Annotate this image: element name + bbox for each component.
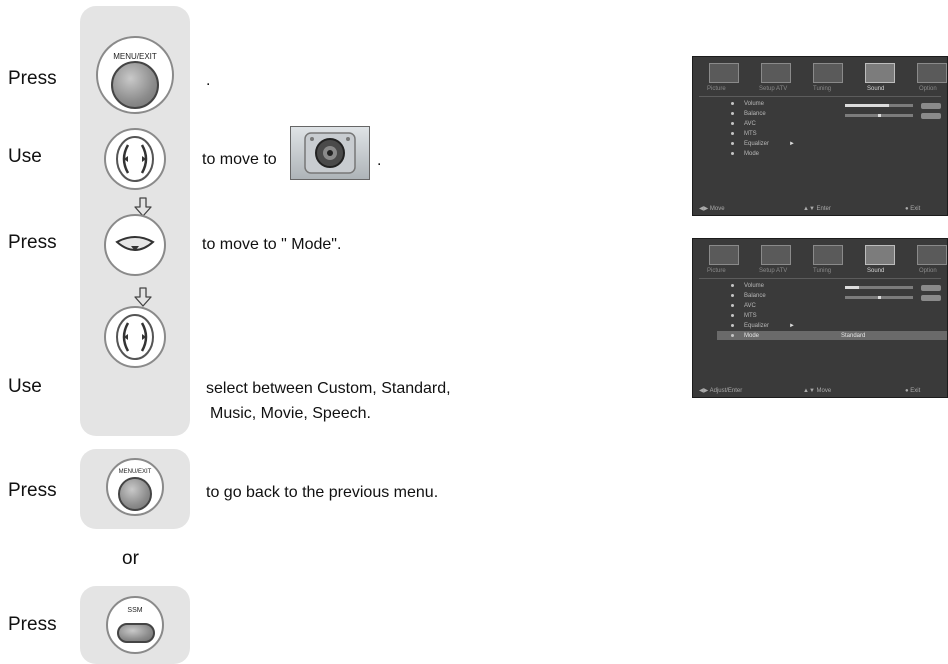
menu-exit-button[interactable]: MENU/EXIT [96,36,174,114]
step5-text: to go back to the previous menu. [206,484,439,501]
left-right-arrows-icon [116,314,154,360]
menu-item-avc: AVC [731,121,756,127]
menu-item-volume: Volume [731,101,764,107]
tab-option: Option [919,86,937,92]
speaker-icon [304,132,356,174]
volume-value-box [921,103,941,109]
step3-action: Press [8,232,57,253]
volume-value-box [921,285,941,291]
submenu-arrow-icon: ► [789,141,795,147]
footer-enter: ▲▼ Enter [803,206,831,212]
menu-item-volume: Volume [731,283,764,289]
step4-text-line2: Music, Movie, Speech. [210,405,371,422]
tab-setup: Setup ATV [759,268,788,274]
submenu-arrow-icon: ► [789,323,795,329]
picture-tab-icon [709,63,739,83]
menu-item-equalizer: Equalizer ► [731,323,795,329]
menu-divider [699,278,941,279]
menu-item-mts: MTS [731,131,757,137]
sound-tab-icon [865,245,895,265]
step2-text: to move to [202,151,277,168]
or-label: or [122,548,139,569]
step4-action: Use [8,376,42,397]
option-tab-icon [917,63,947,83]
menu-item-balance: Balance [731,111,766,117]
balance-slider [845,114,913,117]
menu-item-mts: MTS [731,313,757,319]
tv-menu-screen-sound: Picture Setup ATV Tuning Sound Option Vo… [692,56,948,216]
balance-value-box [921,113,941,119]
balance-marker [878,114,881,117]
tab-option: Option [919,268,937,274]
step5-action: Press [8,480,57,501]
tv-menu-screen-mode: Picture Setup ATV Tuning Sound Option Vo… [692,238,948,398]
volume-slider [845,286,913,289]
tab-sound: Sound [867,86,885,92]
tab-setup: Setup ATV [759,86,788,92]
volume-slider [845,104,913,107]
setup-tab-icon [761,63,791,83]
volume-fill [845,104,890,107]
menu-exit-knob [118,477,152,512]
tuning-tab-icon [813,63,843,83]
ssm-caption: SSM [127,607,143,614]
tab-picture: Picture [707,268,726,274]
menu-exit-caption: MENU/EXIT [118,469,152,475]
balance-slider [845,296,913,299]
setup-tab-icon [761,245,791,265]
tab-sound: Sound [867,268,885,274]
menu-exit-button-small[interactable]: MENU/EXIT [106,458,164,516]
footer-move: ▲▼ Move [803,388,832,394]
footer-exit: ● Exit [905,388,921,394]
volume-fill [845,286,859,289]
step2-action: Use [8,146,42,167]
mode-value: Standard [841,333,866,339]
step6-action: Press [8,614,57,635]
step1-text: . [206,72,211,89]
left-right-button[interactable] [104,128,166,190]
step1-action: Press [8,68,57,89]
menu-item-avc: AVC [731,303,756,309]
tuning-tab-icon [813,245,843,265]
sound-menu-icon [290,126,370,180]
menu-item-equalizer: Equalizer ► [731,141,795,147]
menu-item-mode: Mode [731,151,759,157]
option-tab-icon [917,245,947,265]
tab-picture: Picture [707,86,726,92]
footer-exit: ● Exit [905,206,921,212]
menu-exit-knob [111,60,159,109]
ssm-button[interactable]: SSM [106,596,164,654]
balance-value-box [921,295,941,301]
menu-exit-caption: MENU/EXIT [113,52,157,61]
footer-adjust-enter: ◀▶ Adjust/Enter [699,388,743,394]
down-button[interactable] [104,214,166,276]
sound-tab-icon [865,63,895,83]
step3-text: to move to " Mode". [202,236,342,253]
menu-item-mode: Mode [731,333,759,339]
left-right-button[interactable] [104,306,166,368]
menu-item-balance: Balance [731,293,766,299]
step4-text-line1: select between Custom, Standard, [206,380,451,397]
picture-tab-icon [709,245,739,265]
left-right-arrows-icon [116,136,154,182]
menu-divider [699,96,941,97]
footer-move: ◀▶ Move [699,206,725,212]
tab-tuning: Tuning [813,268,832,274]
balance-marker [878,296,881,299]
down-arrow-button-icon [115,236,155,251]
step2-suffix: . [377,152,382,169]
tab-tuning: Tuning [813,86,832,92]
ssm-knob [117,623,155,643]
